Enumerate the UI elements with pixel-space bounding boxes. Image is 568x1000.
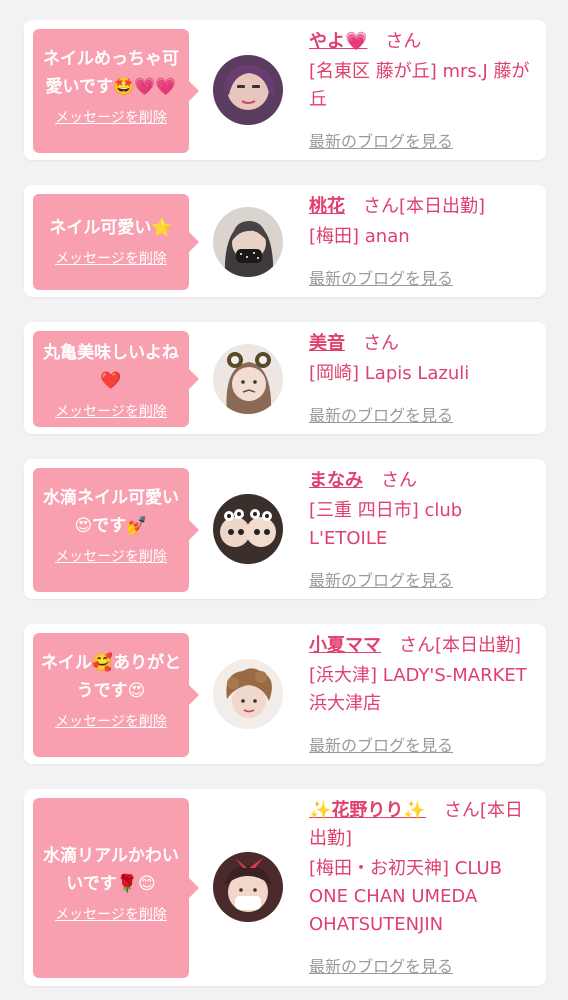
cast-suffix: さん[本日出勤] xyxy=(363,196,486,217)
cast-info: 小夏ママ さん[本日出勤] [浜大津] LADY'S-MARKET 浜大津店 xyxy=(309,632,534,718)
cast-suffix: さん xyxy=(385,31,422,52)
message-bubble: 水滴ネイル可愛い😍です💅 メッセージを削除 xyxy=(33,468,199,592)
blog-link[interactable]: 最新のブログを見る xyxy=(309,732,453,756)
cast-info: 桃花 さん[本日出勤] [梅田] anan xyxy=(309,193,534,251)
cast-suffix: さん xyxy=(363,333,399,354)
shop-info: [三重 四日市] club L'ETOILE xyxy=(309,500,463,549)
delete-message-link[interactable]: メッセージを削除 xyxy=(55,904,167,924)
cast-info: ✨花野りり✨ さん[本日出勤] [梅田・お初天神] CLUB ONE CHAN … xyxy=(309,797,534,939)
cast-suffix: さん[本日出勤] xyxy=(399,635,522,656)
message-card: 丸亀美味しいよね❤️ メッセージを削除 美音 さん [岡崎] Lapis Laz… xyxy=(24,322,546,434)
message-text: ネイルめっちゃ可愛いです🤩💗💗 xyxy=(43,49,179,97)
message-text: 水滴ネイル可愛い😍です💅 xyxy=(43,488,179,536)
message-card: ネイル🥰ありがとうです😍 メッセージを削除 小夏ママ さん[本日出勤] [浜大津… xyxy=(24,624,546,764)
cast-name-link[interactable]: ✨花野りり✨ xyxy=(309,800,426,821)
delete-message-link[interactable]: メッセージを削除 xyxy=(55,248,167,268)
message-bubble: ネイルめっちゃ可愛いです🤩💗💗 メッセージを削除 xyxy=(33,29,199,153)
cast-info: まなみ さん [三重 四日市] club L'ETOILE xyxy=(309,467,534,553)
cast-name-link[interactable]: 小夏ママ xyxy=(309,635,381,656)
delete-message-link[interactable]: メッセージを削除 xyxy=(55,711,167,731)
avatar[interactable] xyxy=(213,852,283,922)
message-card: 水滴ネイル可愛い😍です💅 メッセージを削除 まなみ さん [三重 四日市] cl… xyxy=(24,459,546,599)
cast-name-link[interactable]: まなみ xyxy=(309,470,363,491)
message-bubble: ネイル🥰ありがとうです😍 メッセージを削除 xyxy=(33,633,199,757)
delete-message-link[interactable]: メッセージを削除 xyxy=(55,401,167,421)
message-text: ネイル可愛い⭐ xyxy=(49,218,173,238)
delete-message-link[interactable]: メッセージを削除 xyxy=(55,546,167,566)
avatar[interactable] xyxy=(213,494,283,564)
message-card: ネイルめっちゃ可愛いです🤩💗💗 メッセージを削除 やよ💗 さん [名東区 藤が丘… xyxy=(24,20,546,160)
message-text: 水滴リアルかわいいです🌹😊 xyxy=(43,846,179,894)
shop-info: [岡崎] Lapis Lazuli xyxy=(309,363,470,384)
blog-link[interactable]: 最新のブログを見る xyxy=(309,567,453,591)
avatar[interactable] xyxy=(213,55,283,125)
shop-info: [梅田] anan xyxy=(309,226,410,247)
shop-info: [名東区 藤が丘] mrs.J 藤が丘 xyxy=(309,61,530,110)
blog-link[interactable]: 最新のブログを見る xyxy=(309,265,453,289)
cast-info: やよ💗 さん [名東区 藤が丘] mrs.J 藤が丘 xyxy=(309,28,534,114)
avatar[interactable] xyxy=(213,659,283,729)
delete-message-link[interactable]: メッセージを削除 xyxy=(55,107,167,127)
blog-link[interactable]: 最新のブログを見る xyxy=(309,402,453,426)
cast-name-link[interactable]: 美音 xyxy=(309,333,345,354)
avatar[interactable] xyxy=(213,344,283,414)
cast-name-link[interactable]: やよ💗 xyxy=(309,31,367,52)
message-text: 丸亀美味しいよね❤️ xyxy=(43,343,179,391)
shop-info: [浜大津] LADY'S-MARKET 浜大津店 xyxy=(309,665,527,714)
shop-info: [梅田・お初天神] CLUB ONE CHAN UMEDA OHATSUTENJ… xyxy=(309,858,502,935)
message-text: ネイル🥰ありがとうです😍 xyxy=(40,653,182,701)
blog-link[interactable]: 最新のブログを見る xyxy=(309,953,453,977)
cast-info: 美音 さん [岡崎] Lapis Lazuli xyxy=(309,330,534,388)
message-card: ネイル可愛い⭐ メッセージを削除 桃花 さん[本日出勤] [梅田] anan 最… xyxy=(24,185,546,297)
cast-suffix: さん xyxy=(381,470,417,491)
message-bubble: 水滴リアルかわいいです🌹😊 メッセージを削除 xyxy=(33,798,199,978)
cast-name-link[interactable]: 桃花 xyxy=(309,196,345,217)
blog-link[interactable]: 最新のブログを見る xyxy=(309,128,453,152)
message-card: 水滴リアルかわいいです🌹😊 メッセージを削除 ✨花野りり✨ さん[本日出勤] [… xyxy=(24,789,546,986)
message-bubble: 丸亀美味しいよね❤️ メッセージを削除 xyxy=(33,331,199,427)
message-list: ネイルめっちゃ可愛いです🤩💗💗 メッセージを削除 やよ💗 さん [名東区 藤が丘… xyxy=(0,0,568,1000)
avatar[interactable] xyxy=(213,207,283,277)
message-bubble: ネイル可愛い⭐ メッセージを削除 xyxy=(33,194,199,290)
